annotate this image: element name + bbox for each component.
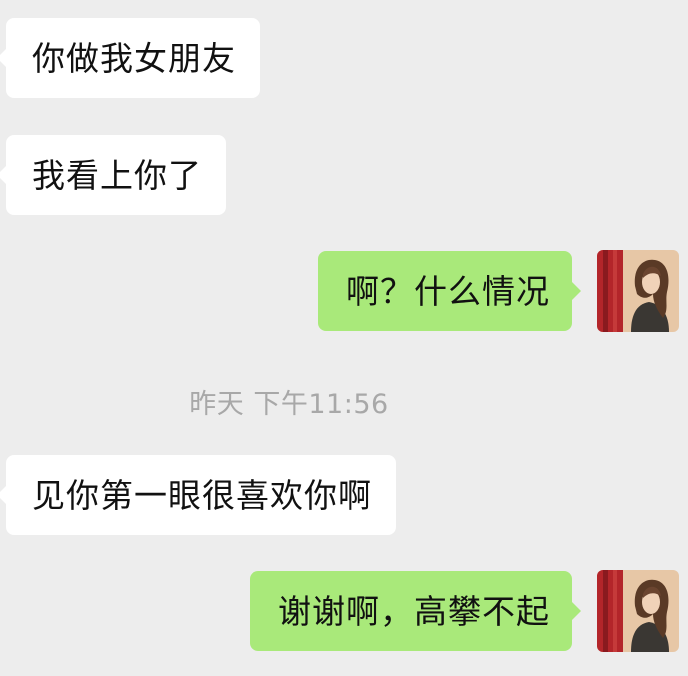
user-avatar[interactable] bbox=[597, 250, 679, 332]
avatar-photo-icon bbox=[597, 570, 679, 652]
message-bubble-incoming[interactable]: 我看上你了 bbox=[0, 135, 226, 215]
message-bubble-outgoing[interactable]: 谢谢啊，高攀不起 bbox=[250, 571, 581, 651]
chat-message-list: 你做我女朋友 我看上你了 啊？什么情况 昨天 下午11:56 见你第一眼很喜欢你… bbox=[0, 0, 688, 676]
avatar-photo-icon bbox=[597, 250, 679, 332]
message-bubble-outgoing[interactable]: 啊？什么情况 bbox=[318, 251, 581, 331]
message-timestamp: 昨天 下午11:56 bbox=[189, 389, 389, 420]
message-bubble-incoming[interactable]: 你做我女朋友 bbox=[0, 18, 260, 98]
message-bubble-incoming[interactable]: 见你第一眼很喜欢你啊 bbox=[0, 455, 396, 535]
user-avatar[interactable] bbox=[597, 570, 679, 652]
